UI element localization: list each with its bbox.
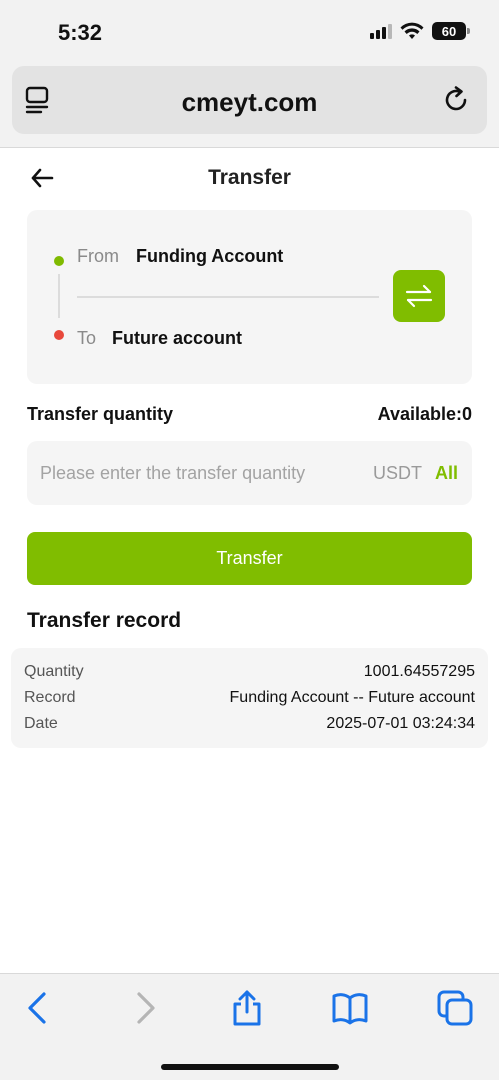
wifi-icon	[400, 22, 424, 39]
swap-button[interactable]	[393, 270, 445, 322]
record-key: Quantity	[24, 663, 84, 680]
address-bar[interactable]: cmeyt.com	[12, 66, 487, 134]
record-row-record: Record Funding Account -- Future account	[24, 689, 475, 707]
reload-icon[interactable]	[443, 86, 471, 114]
to-account-select[interactable]: Future account	[112, 328, 242, 349]
record-key: Date	[24, 715, 58, 732]
quantity-input[interactable]	[40, 441, 360, 505]
url-text[interactable]: cmeyt.com	[12, 87, 487, 118]
swap-icon	[405, 284, 433, 308]
from-label: From	[77, 246, 119, 266]
status-time: 5:32	[58, 20, 103, 45]
transfer-quantity-label: Transfer quantity	[27, 404, 174, 424]
record-value: 1001.64557295	[363, 663, 475, 680]
browser-toolbar	[0, 973, 499, 1080]
battery-level: 60	[441, 23, 457, 39]
status-bar: 5:32 60	[0, 0, 499, 64]
from-account-select[interactable]: Funding Account	[136, 246, 283, 267]
account-selector-card: From Funding Account To Future account	[27, 210, 472, 384]
page-title: Transfer	[208, 166, 291, 189]
to-label: To	[77, 328, 97, 348]
signal-icon	[370, 23, 392, 39]
record-card: Quantity 1001.64557295 Record Funding Ac…	[11, 648, 488, 748]
record-value: Funding Account -- Future account	[229, 689, 475, 706]
all-button[interactable]: All	[435, 463, 458, 484]
tabs-icon[interactable]	[437, 990, 473, 1026]
to-dot	[54, 330, 64, 340]
connector-line	[58, 274, 60, 318]
record-key: Record	[24, 689, 76, 706]
status-icons: 60	[370, 22, 470, 40]
browser-top-bar: cmeyt.com	[0, 64, 499, 148]
back-icon[interactable]	[20, 990, 56, 1026]
quantity-field: USDT All	[27, 441, 472, 505]
unit-label: USDT	[373, 463, 422, 483]
home-indicator	[161, 1064, 339, 1070]
transfer-record-title: Transfer record	[27, 609, 182, 632]
record-row-date: Date 2025-07-01 03:24:34	[24, 715, 475, 733]
divider	[77, 296, 379, 298]
available-balance: Available:0	[377, 404, 472, 424]
record-row-quantity: Quantity 1001.64557295	[24, 663, 475, 681]
transfer-button[interactable]: Transfer	[27, 532, 472, 585]
from-dot	[54, 256, 64, 266]
forward-icon[interactable]	[127, 990, 163, 1026]
record-value: 2025-07-01 03:24:34	[326, 715, 475, 732]
share-icon[interactable]	[229, 990, 265, 1026]
battery-icon: 60	[432, 22, 470, 40]
bookmarks-icon[interactable]	[332, 990, 368, 1026]
